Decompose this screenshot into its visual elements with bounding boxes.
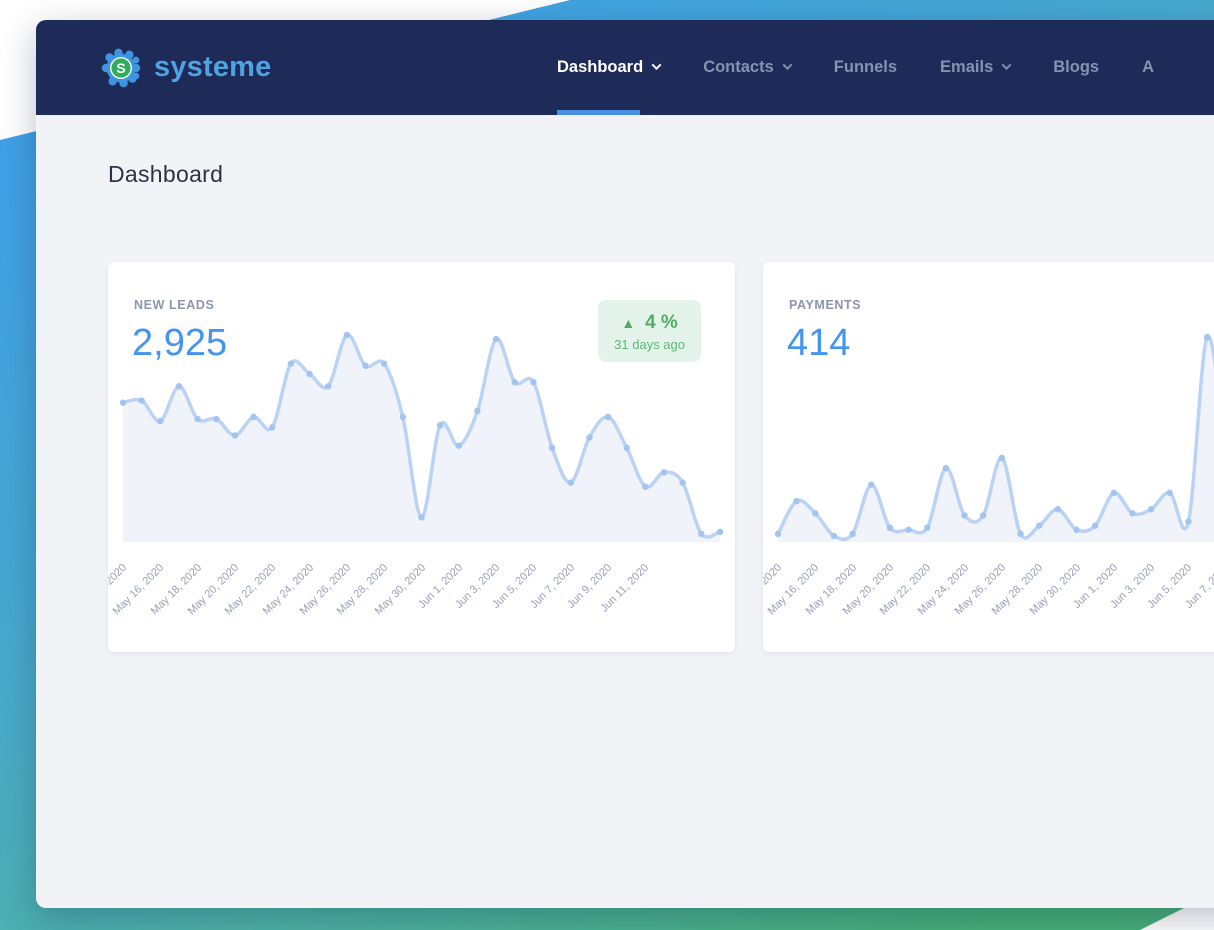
- chevron-down-icon: [651, 59, 662, 70]
- nav-item-dashboard[interactable]: Dashboard: [557, 20, 662, 115]
- nav-item-label: A: [1142, 58, 1155, 76]
- systeme-logo[interactable]: S systeme: [99, 46, 272, 90]
- stat-card-value: 414: [787, 322, 851, 364]
- chevron-down-icon: [1001, 59, 1012, 70]
- nav-item-label: Contacts: [703, 58, 774, 76]
- trend-percent: ▲ 4 %: [621, 312, 678, 333]
- logo-text: systeme: [154, 51, 272, 83]
- chart-x-axis-labels: May 14, 2020May 16, 2020May 18, 2020May …: [763, 550, 1214, 645]
- trend-badge: ▲ 4 % 31 days ago: [598, 300, 701, 362]
- svg-text:S: S: [116, 60, 125, 76]
- page-title: Dashboard: [108, 161, 224, 187]
- chart-x-axis-labels: May 14, 2020May 16, 2020May 18, 2020May …: [108, 550, 727, 645]
- nav-item-blogs[interactable]: Blogs: [1053, 20, 1099, 115]
- stat-card-payments: PAYMENTS 414 May 14, 2020May 16, 2020May…: [763, 262, 1214, 652]
- chevron-down-icon: [782, 59, 793, 70]
- systeme-gear-logo-icon: S: [101, 48, 141, 87]
- nav-item-label: Dashboard: [557, 58, 644, 76]
- top-navigation-bar: S systeme Dashboard Contacts Funnels Ema…: [36, 20, 1214, 115]
- nav-item-funnels[interactable]: Funnels: [834, 20, 897, 115]
- nav-item-contacts[interactable]: Contacts: [703, 20, 793, 115]
- stat-card-title: NEW LEADS: [134, 298, 215, 312]
- page-content: Dashboard NEW LEADS 2,925 ▲ 4 % 31 days …: [36, 115, 1214, 652]
- main-nav: Dashboard Contacts Funnels Emails Blogs …: [557, 20, 1154, 115]
- nav-item-label: Blogs: [1053, 58, 1100, 76]
- stat-card-value: 2,925: [132, 322, 228, 364]
- stat-card-title: PAYMENTS: [789, 298, 862, 312]
- nav-item-a[interactable]: A: [1142, 20, 1154, 115]
- stat-cards-row: NEW LEADS 2,925 ▲ 4 % 31 days ago May 14…: [108, 262, 1214, 652]
- trend-up-icon: ▲: [621, 315, 640, 331]
- nav-item-label: Emails: [940, 58, 994, 76]
- nav-item-label: Funnels: [833, 58, 898, 76]
- app-window: S systeme Dashboard Contacts Funnels Ema…: [36, 20, 1214, 908]
- trend-period: 31 days ago: [614, 337, 685, 352]
- nav-item-emails[interactable]: Emails: [940, 20, 1012, 115]
- stat-card-new-leads: NEW LEADS 2,925 ▲ 4 % 31 days ago May 14…: [108, 262, 735, 652]
